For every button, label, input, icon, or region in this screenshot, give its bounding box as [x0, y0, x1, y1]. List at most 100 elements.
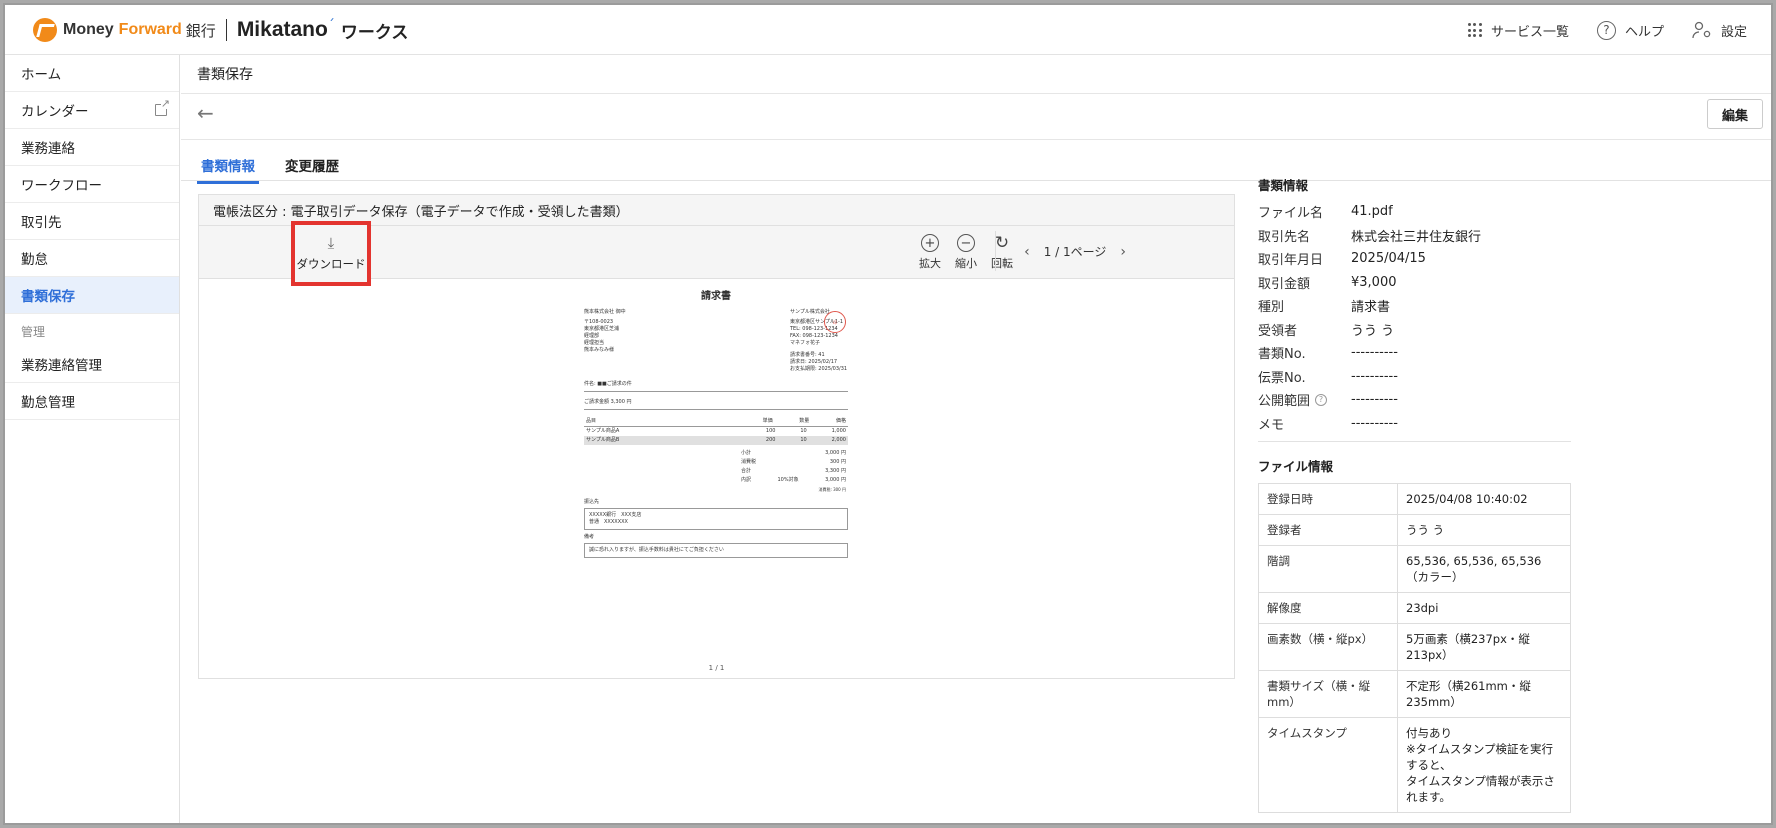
doc-meta: お支払期限: 2025/03/31 [790, 366, 848, 372]
doc-breakdown-label: 内訳 [741, 477, 752, 483]
doc-item-price: 100 [765, 428, 776, 434]
doc-breakdown-tax: 消費税: 300 円 [818, 487, 846, 492]
file-info-value: 5万画素（横237px・縦213px） [1406, 632, 1530, 662]
zoom-out-button[interactable]: − 縮小 [955, 234, 977, 271]
sidebar-item-calendar[interactable]: カレンダー [5, 92, 179, 129]
help-button[interactable]: ? ヘルプ [1596, 20, 1664, 40]
doc-col-amount: 価格 [835, 418, 846, 424]
doc-to-line: 経理部 [584, 333, 600, 339]
table-row: 階調 65,536, 65,536, 65,536（カラー） [1259, 546, 1570, 593]
next-page-icon[interactable]: › [1120, 244, 1126, 260]
timestamp-status: 付与あり [1406, 726, 1452, 740]
sidebar-item-business-contact-admin[interactable]: 業務連絡管理 [5, 346, 179, 383]
sidebar-item-label: 書類保存 [21, 289, 75, 305]
table-row: 解像度 23dpi [1259, 593, 1570, 624]
doc-item-price: 200 [765, 437, 776, 443]
doc-from-line: マネフォ花子 [790, 340, 821, 346]
zoom-out-label: 縮小 [955, 257, 977, 270]
doc-to-name: 熊本株式会社 御中 [584, 309, 626, 315]
zoom-out-icon: − [957, 234, 975, 252]
tab-change-history[interactable]: 変更履歴 [281, 149, 343, 184]
table-row: 登録者 うう う [1259, 515, 1570, 546]
info-value: 41.pdf [1351, 204, 1393, 220]
doc-subtotal: 小計 3,000 円 [739, 449, 848, 458]
doc-subject: 件名: ■■ご請求の件 [584, 381, 632, 387]
doc-table-row: サンプル商品A 100 10 1,000 [584, 427, 848, 436]
app-window: Money Forward 銀行 Mikatano ´ ワークス サービス一覧 … [3, 3, 1773, 825]
info-value: ¥3,000 [1351, 274, 1397, 290]
info-key: 種別 [1258, 300, 1285, 316]
mikatano-accent-icon: ´ [327, 18, 335, 34]
company-seal-stamp: 印 [824, 311, 846, 333]
doc-total: 合計 3,300 円 [739, 467, 848, 476]
brand-logo[interactable]: Money Forward 銀行 Mikatano ´ ワークス [33, 17, 408, 43]
file-info-key: 階調 [1259, 546, 1398, 592]
doc-to-line: 東京都港区芝浦 [584, 326, 620, 332]
sidebar-item-label: カレンダー [21, 104, 89, 120]
doc-meta: 請求書番号: 41 [790, 352, 825, 358]
sidebar-item-home[interactable]: ホーム [5, 55, 179, 92]
file-info-value: 2025/04/08 10:40:02 [1406, 492, 1528, 506]
info-value: 請求書 [1351, 300, 1391, 316]
doc-item-qty: 10 [800, 428, 807, 434]
zoom-in-button[interactable]: + 拡大 [919, 234, 941, 271]
doc-title: 請求書 [701, 291, 731, 302]
doc-to-line: 熊本みなみ様 [584, 347, 615, 353]
info-row: ファイル名 41.pdf [1258, 200, 1571, 224]
doc-subtotal-value: 3,000 円 [825, 450, 846, 456]
sidebar-item-attendance-admin[interactable]: 勤怠管理 [5, 383, 179, 420]
services-button[interactable]: サービス一覧 [1467, 21, 1569, 40]
doc-from-line: FAX: 098-123-1234 [790, 333, 838, 339]
sidebar-item-clients[interactable]: 取引先 [5, 203, 179, 240]
prev-page-icon[interactable]: ‹ [1024, 244, 1030, 260]
info-key: 伝票No. [1258, 370, 1306, 386]
table-row: タイムスタンプ 付与あり ※タイムスタンプ検証を実行すると、 タイムスタンプ情報が表示… [1259, 718, 1570, 812]
sidebar-item-label: 勤怠管理 [21, 395, 75, 411]
sidebar-item-label: ホーム [21, 67, 62, 83]
edit-button[interactable]: 編集 [1707, 99, 1763, 129]
info-row: 種別 請求書 [1258, 294, 1571, 318]
logo-divider [225, 19, 227, 41]
settings-button[interactable]: 設定 [1692, 21, 1747, 40]
doc-note-text: 誠に恐れ入りますが、振込手数料は貴社にてご負担ください [584, 543, 848, 558]
external-link-icon [155, 98, 170, 116]
page-footer: 1 / 1 [708, 664, 725, 672]
info-key: 取引年月日 [1258, 253, 1324, 269]
settings-label: 設定 [1720, 24, 1747, 40]
doc-amount: ご請求金額 3,300 円 [584, 399, 632, 405]
timestamp-note: ※タイムスタンプ検証を実行すると、 [1406, 742, 1554, 772]
doc-item-amount: 2,000 [831, 437, 846, 443]
doc-total-value: 3,300 円 [825, 468, 846, 474]
doc-tax-value: 300 円 [829, 459, 846, 465]
info-value: ---------- [1351, 415, 1398, 431]
sidebar-item-label: 取引先 [21, 215, 62, 231]
user-settings-icon [1692, 21, 1711, 39]
doc-bank-line: 普通 XXXXXXX [589, 519, 628, 525]
back-arrow-icon[interactable]: ← [197, 101, 214, 125]
sidebar-item-label: 業務連絡 [21, 141, 75, 157]
money-forward-logo-icon [33, 18, 57, 42]
divider [181, 139, 1771, 140]
grid-icon [1467, 23, 1482, 37]
info-row: 受領者 うう う [1258, 318, 1571, 342]
file-info-key: 登録者 [1259, 515, 1398, 545]
sidebar-item-label: 勤怠 [21, 252, 48, 268]
sidebar-item-business-contact[interactable]: 業務連絡 [5, 129, 179, 166]
sidebar-item-attendance[interactable]: 勤怠 [5, 240, 179, 277]
sidebar-item-document-storage[interactable]: 書類保存 [5, 277, 179, 314]
file-info-key: 登録日時 [1259, 484, 1398, 514]
tab-document-info[interactable]: 書類情報 [197, 149, 259, 184]
file-info-value: 65,536, 65,536, 65,536（カラー） [1406, 554, 1542, 584]
doc-meta: 請求日: 2025/02/17 [790, 359, 838, 365]
sidebar: ホーム カレンダー 業務連絡 ワークフロー 取引先 勤怠 書類保存 管理 業務連… [5, 55, 180, 823]
document-preview: 請求書 熊本株式会社 御中 〒108-0023 東京都港区芝浦 経理部 経理担当… [584, 291, 848, 558]
question-icon[interactable]: ? [1315, 393, 1328, 406]
brand-money: Money [63, 21, 114, 38]
info-key: ファイル名 [1258, 206, 1324, 222]
sidebar-item-workflow[interactable]: ワークフロー [5, 166, 179, 203]
top-header: Money Forward 銀行 Mikatano ´ ワークス サービス一覧 … [5, 5, 1771, 55]
doc-bank-label: 振込先 [584, 499, 600, 505]
file-info-value: 不定形（横261mm・縦235mm） [1406, 679, 1531, 709]
download-button[interactable]: ⤓ ダウンロード [291, 221, 371, 286]
info-row: 公開範囲? ---------- [1258, 388, 1571, 412]
